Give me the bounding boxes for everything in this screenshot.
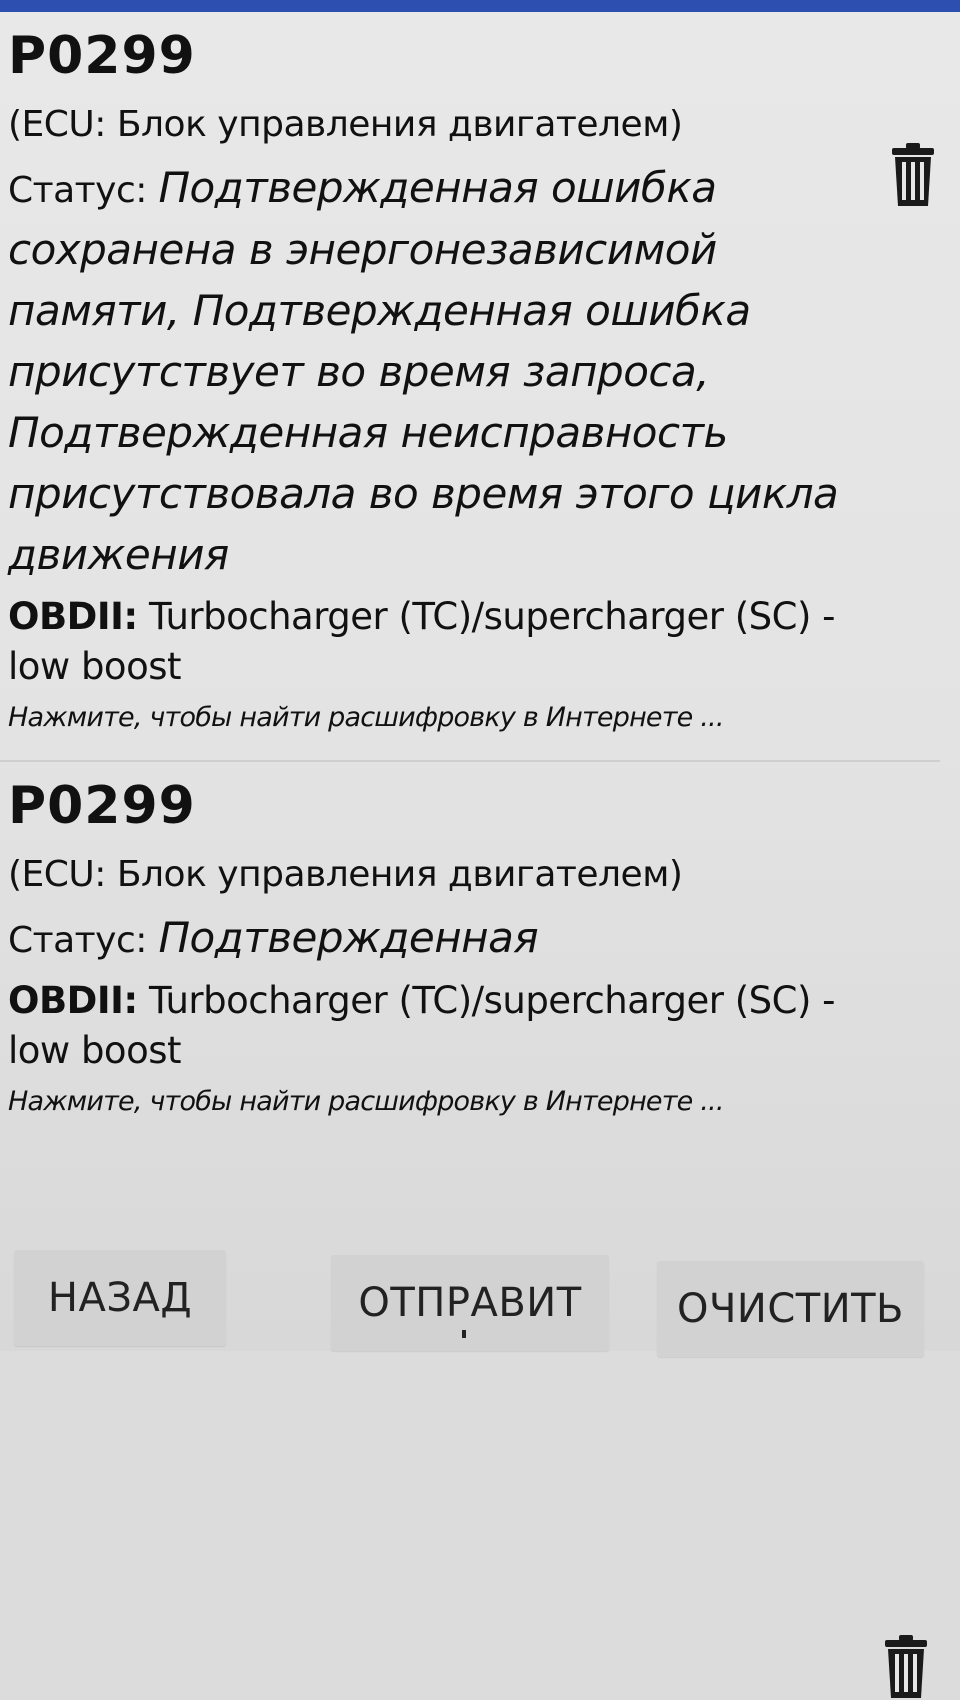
trash-icon[interactable]	[883, 1634, 929, 1700]
status-bar-strip	[0, 0, 960, 12]
dtc-screen: P0299 (ECU: Блок управления двигателем) …	[0, 12, 960, 1698]
status-label: Статус:	[8, 170, 147, 211]
status-text: Статус: Подтвержденная	[8, 908, 878, 970]
obd-description: OBDII: Turbocharger (TC)/supercharger (S…	[8, 976, 848, 1076]
error-item[interactable]: P0299 (ECU: Блок управления двигателем) …	[0, 762, 945, 1698]
status-label: Статус:	[8, 920, 147, 961]
focus-dot	[462, 1330, 466, 1338]
obd-label: OBDII:	[8, 595, 138, 638]
back-button[interactable]: НАЗАД	[14, 1250, 226, 1346]
error-code: P0299	[8, 776, 196, 836]
status-text: Статус: Подтвержденная ошибка сохранена …	[8, 158, 878, 586]
search-online-link[interactable]: Нажмите, чтобы найти расшифровку в Интер…	[8, 698, 945, 738]
obd-label: OBDII:	[8, 979, 138, 1022]
send-button-label: ОТПРАВИТ	[358, 1280, 582, 1326]
error-list: P0299 (ECU: Блок управления двигателем) …	[0, 12, 960, 1698]
trash-icon[interactable]	[890, 142, 936, 208]
status-value: Подтвержденная	[158, 913, 539, 962]
status-value: Подтвержденная ошибка сохранена в энерго…	[8, 163, 839, 579]
error-code: P0299	[8, 26, 196, 86]
ecu-name: (ECU: Блок управления двигателем)	[8, 104, 683, 145]
search-online-link[interactable]: Нажмите, чтобы найти расшифровку в Интер…	[8, 1082, 945, 1122]
ecu-name: (ECU: Блок управления двигателем)	[8, 854, 683, 895]
obd-description: OBDII: Turbocharger (TC)/supercharger (S…	[8, 592, 848, 692]
send-button[interactable]: ОТПРАВИТ	[331, 1255, 609, 1351]
bottom-button-bar: НАЗАД ОТПРАВИТ ОЧИСТИТЬ	[0, 1230, 960, 1357]
clear-button[interactable]: ОЧИСТИТЬ	[657, 1261, 924, 1357]
error-item[interactable]: P0299 (ECU: Блок управления двигателем) …	[0, 12, 945, 762]
